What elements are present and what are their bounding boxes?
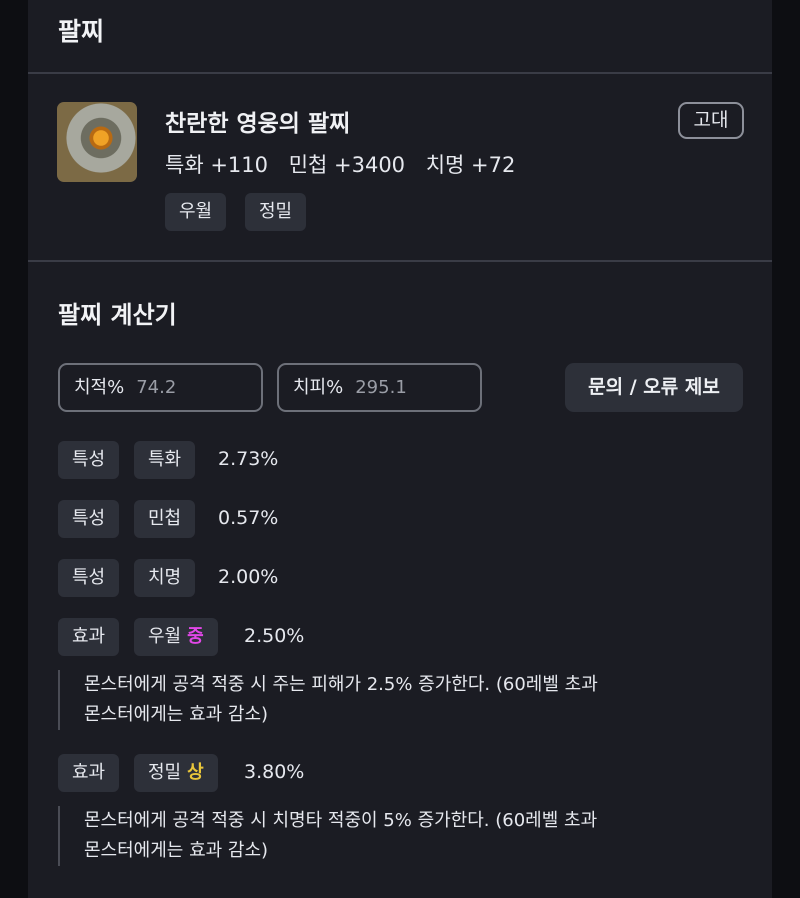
row-name-tag: 정밀 상	[134, 754, 218, 792]
row-percent: 2.00%	[218, 566, 279, 588]
row-type-tag: 효과	[58, 618, 120, 656]
row-name-tag: 치명	[134, 559, 196, 597]
stat-dexterity: 민첩 +3400	[288, 153, 406, 177]
report-button[interactable]: 문의 / 오류 제보	[565, 363, 743, 412]
row-type-tag: 특성	[58, 500, 120, 538]
section-title: 팔찌	[58, 17, 105, 46]
row-percent: 3.80%	[244, 761, 305, 783]
stat-crit: 치명 +72	[425, 153, 516, 177]
row-type-tag: 효과	[58, 754, 120, 792]
divider	[28, 260, 772, 262]
description-line: 몬스터에게 공격 적중 시 치명타 적중이 5% 증가한다. (60레벨 초과	[84, 810, 598, 831]
description-line: 몬스터에게 공격 적중 시 주는 피해가 2.5% 증가한다. (60레벨 초과	[84, 674, 598, 695]
row-name-tag: 특화	[134, 441, 196, 479]
stat-specialization: 특화 +110	[165, 153, 268, 177]
description-line: 몬스터에게는 효과 감소)	[84, 840, 269, 861]
effect-description: 몬스터에게 공격 적중 시 치명타 적중이 5% 증가한다. (60레벨 초과 …	[58, 806, 698, 866]
item-name: 찬란한 영웅의 팔찌	[165, 111, 351, 137]
bracelet-panel: 팔찌 찬란한 영웅의 팔찌 고대 특화 +110 민첩 +3400 치명 +72…	[28, 0, 772, 898]
crit-damage-label: 치피%	[293, 377, 344, 398]
crit-rate-label: 치적%	[74, 377, 125, 398]
effect-level: 중	[187, 626, 204, 647]
row-type-tag: 특성	[58, 559, 120, 597]
row-percent: 0.57%	[218, 507, 279, 529]
bracelet-icon	[57, 102, 137, 182]
row-percent: 2.50%	[244, 625, 305, 647]
crit-damage-value[interactable]: 295.1	[355, 377, 407, 398]
effect-name: 우월	[148, 626, 182, 647]
row-percent: 2.73%	[218, 448, 279, 470]
effect-tag-superiority: 우월	[165, 193, 227, 231]
effect-name: 정밀	[148, 762, 182, 783]
effect-level: 상	[187, 762, 204, 783]
crit-damage-field[interactable]: 치피% 295.1	[277, 363, 482, 412]
description-line: 몬스터에게는 효과 감소)	[84, 704, 269, 725]
row-name-tag: 우월 중	[134, 618, 218, 656]
item-stats: 특화 +110 민첩 +3400 치명 +72	[165, 149, 529, 179]
effect-description: 몬스터에게 공격 적중 시 주는 피해가 2.5% 증가한다. (60레벨 초과…	[58, 670, 698, 730]
crit-rate-value[interactable]: 74.2	[136, 377, 176, 398]
row-type-tag: 특성	[58, 441, 120, 479]
grade-badge: 고대	[678, 102, 744, 139]
calculator-title: 팔찌 계산기	[58, 301, 177, 329]
row-name-tag: 민첩	[134, 500, 196, 538]
divider	[28, 72, 772, 74]
crit-rate-field[interactable]: 치적% 74.2	[58, 363, 263, 412]
effect-tag-precision: 정밀	[245, 193, 307, 231]
